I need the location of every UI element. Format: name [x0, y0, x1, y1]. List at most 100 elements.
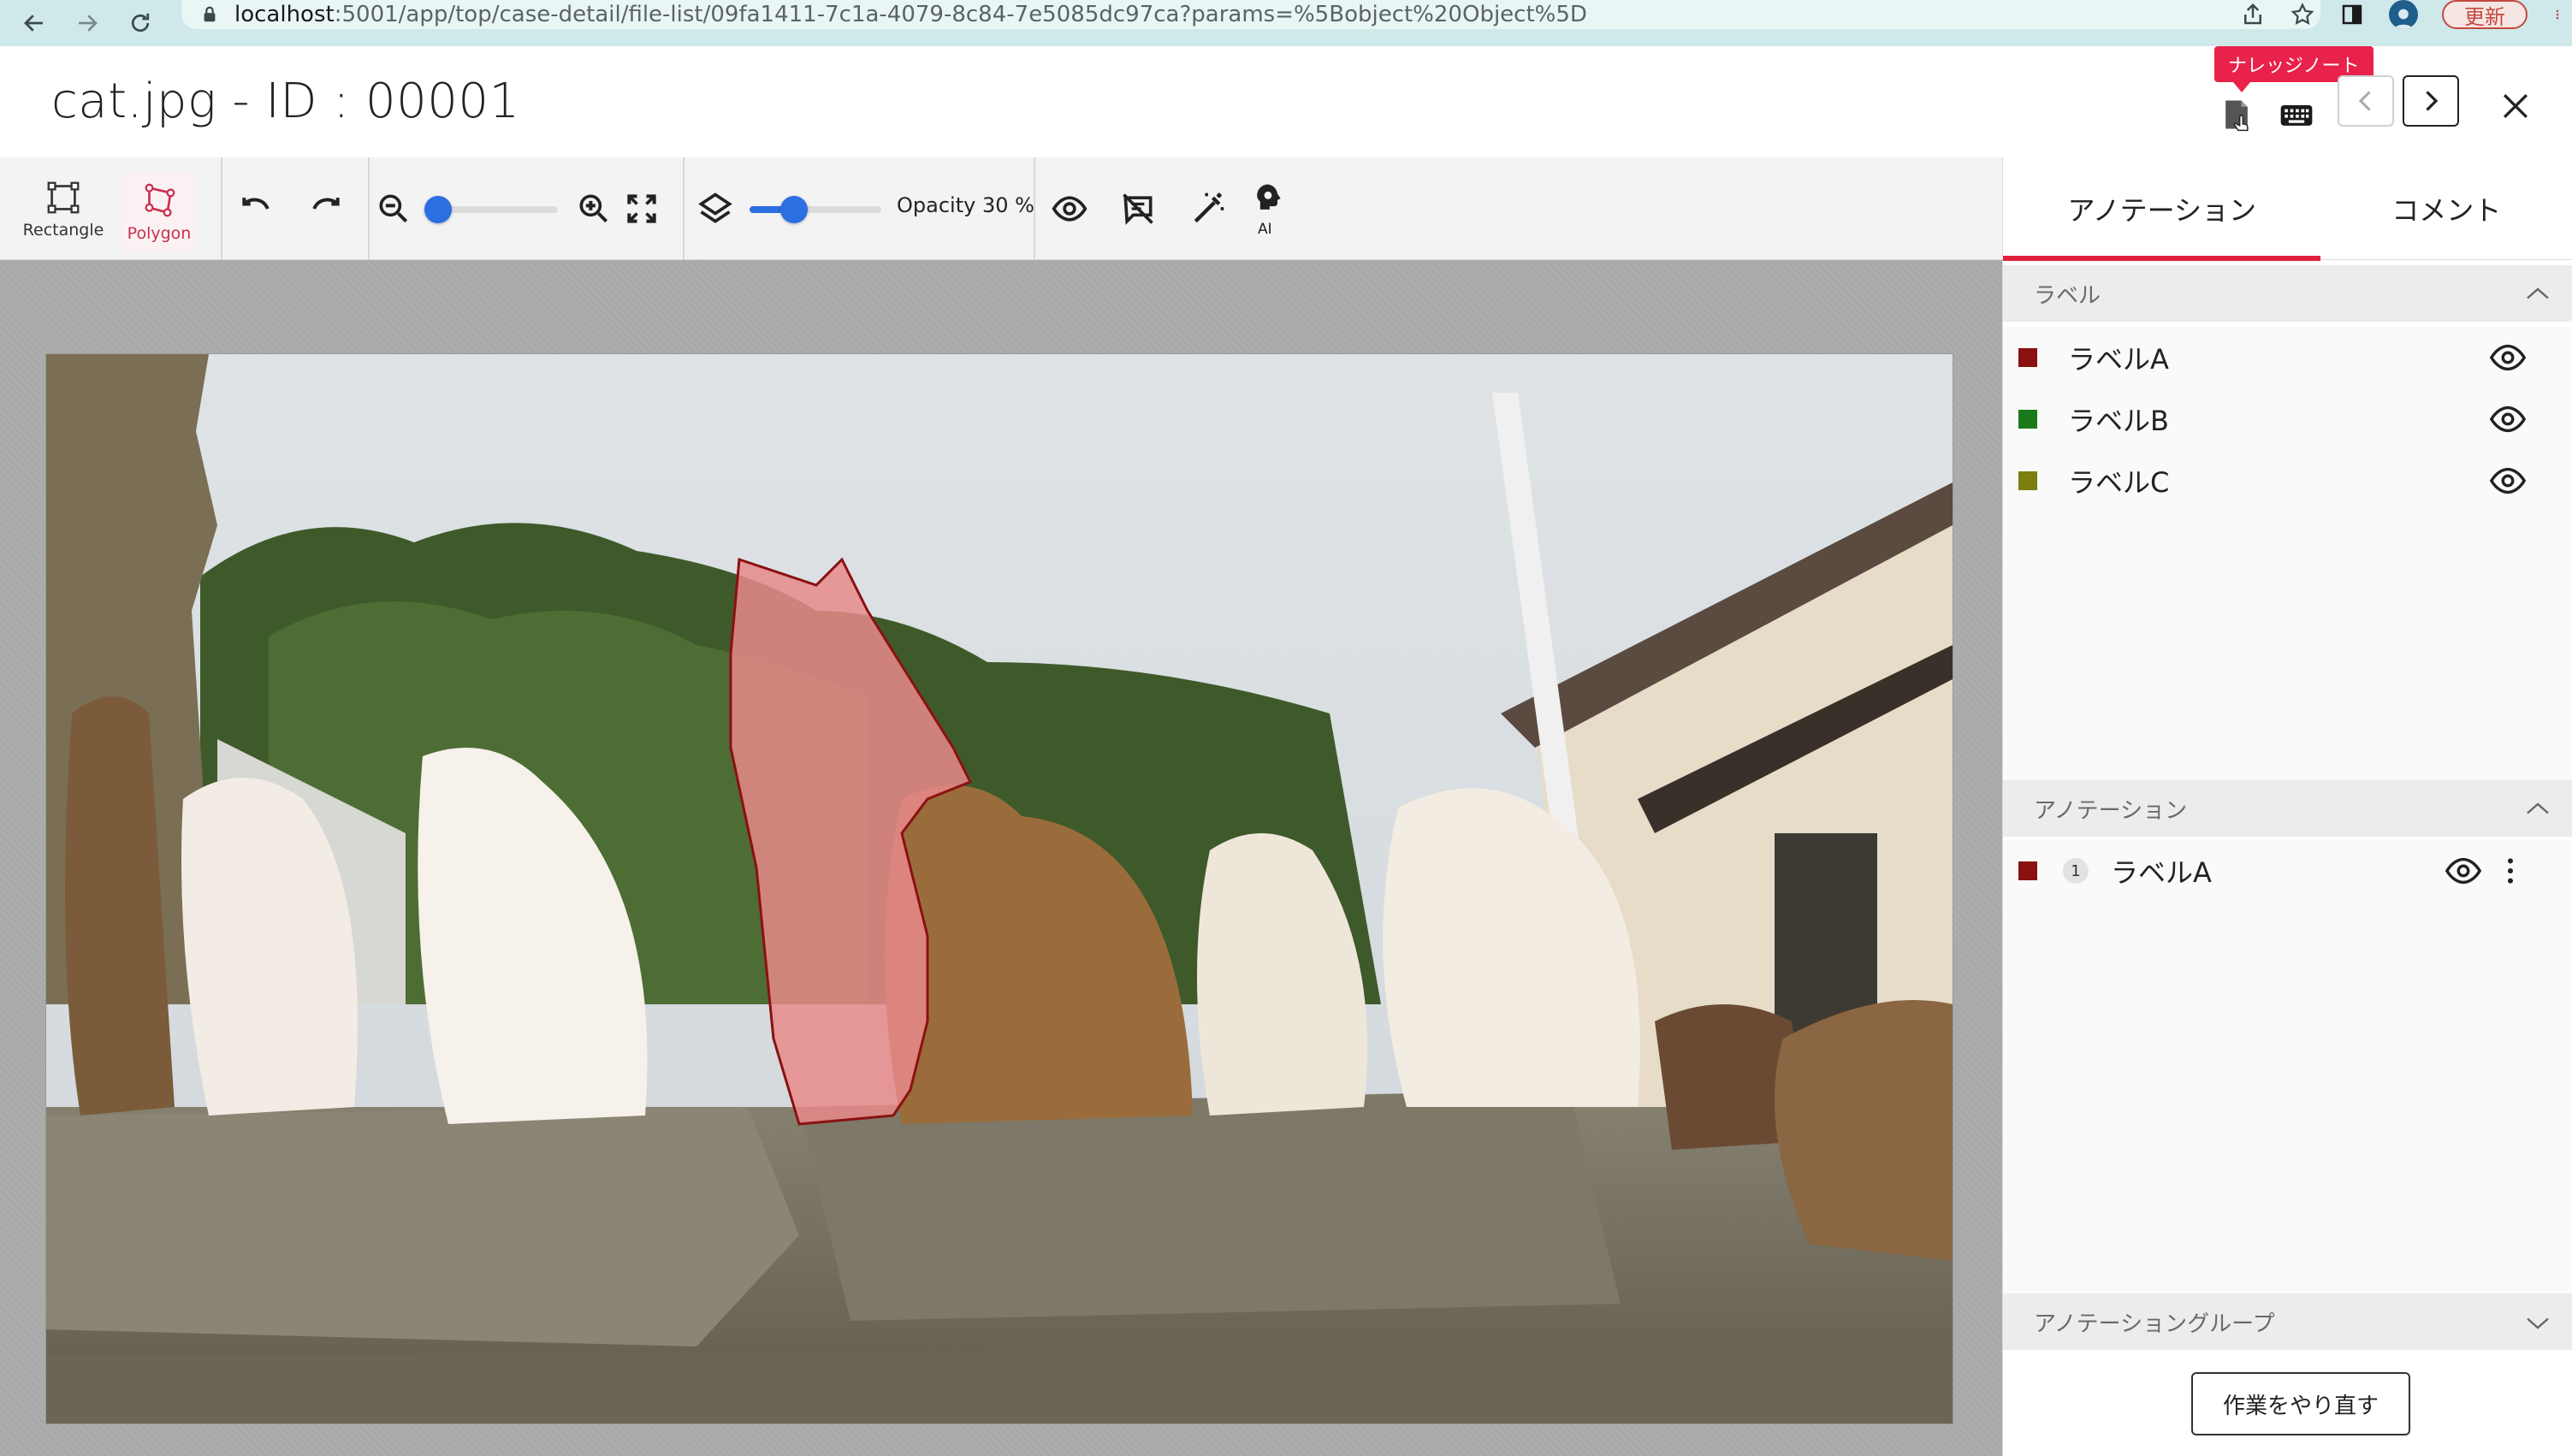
label-item[interactable]: ラベルB [2003, 388, 2572, 450]
polygon-tool[interactable]: Polygon [123, 171, 195, 253]
undo-icon [242, 198, 270, 210]
zoom-out-icon [379, 194, 408, 223]
chevron-down-icon[interactable] [2522, 1307, 2553, 1338]
zoom-in-button[interactable] [570, 185, 618, 233]
star-icon[interactable] [2290, 2, 2315, 27]
previous-file-button[interactable] [2338, 75, 2394, 127]
annotation-index-badge: 1 [2063, 858, 2089, 884]
annotations-list: 1 ラベルA [2003, 840, 2572, 1293]
chevron-up-icon[interactable] [2522, 794, 2553, 825]
hide-labels-button[interactable] [1114, 185, 1162, 233]
eye-icon[interactable] [2488, 338, 2528, 377]
opacity-slider[interactable] [750, 196, 881, 223]
label-color-swatch [2018, 348, 2037, 367]
next-file-button[interactable] [2403, 75, 2459, 127]
toggle-visibility-button[interactable] [1046, 185, 1093, 233]
label-name: ラベルC [2068, 466, 2170, 499]
labels-list: ラベルA ラベルB ラベルC [2003, 327, 2572, 780]
annotation-toolbar: Rectangle Polygon Opacity 30 % AI [0, 157, 2002, 260]
redo-button[interactable] [301, 185, 349, 233]
browser-chrome: localhost:5001/app/top/case-detail/file-… [0, 0, 2572, 46]
close-button[interactable] [2490, 80, 2541, 132]
rectangle-tool-label: Rectangle [22, 221, 104, 240]
annotation-item[interactable]: 1 ラベルA [2003, 840, 2572, 902]
toolbar-divider [683, 157, 684, 260]
chevron-left-icon [2358, 91, 2371, 111]
polygon-tool-label: Polygon [127, 224, 192, 243]
zoom-in-icon [579, 194, 608, 223]
redo-icon [312, 198, 340, 210]
address-bar[interactable]: localhost:5001/app/top/case-detail/file-… [181, 0, 2320, 29]
ai-assist-button[interactable] [1244, 175, 1292, 222]
avatar[interactable] [2389, 0, 2418, 29]
toolbar-divider [1034, 157, 1035, 260]
close-icon [2503, 93, 2528, 119]
eye-icon[interactable] [2488, 400, 2528, 439]
cat-photo [46, 354, 1953, 1423]
label-item[interactable]: ラベルA [2003, 327, 2572, 388]
forward-icon[interactable] [68, 4, 106, 42]
labels-section-title: ラベル [2034, 282, 2101, 309]
polygon-icon [145, 183, 175, 217]
opacity-value: Opacity 30 % [897, 193, 1034, 217]
redo-work-button[interactable]: 作業をやり直す [2191, 1372, 2410, 1435]
eye-icon [1052, 196, 1087, 222]
tab-comment[interactable]: コメント [2320, 157, 2572, 260]
label-color-swatch [2018, 410, 2037, 429]
eye-icon[interactable] [2488, 461, 2528, 500]
zoom-slider[interactable] [424, 196, 558, 223]
keyboard-shortcut-button[interactable] [2271, 89, 2322, 140]
annotation-canvas[interactable] [0, 260, 2002, 1456]
more-vertical-icon[interactable] [2493, 854, 2528, 888]
layers-button[interactable] [691, 185, 739, 233]
magic-wand-button[interactable] [1184, 185, 1232, 233]
share-icon[interactable] [2240, 2, 2266, 27]
tab-annotation[interactable]: アノテーション [2003, 157, 2321, 261]
url-path: :5001/app/top/case-detail/file-list/09fa… [334, 2, 1587, 27]
zoom-out-button[interactable] [370, 185, 418, 233]
lock-icon [204, 6, 216, 22]
annotation-groups-section-header[interactable]: アノテーショングループ [2003, 1293, 2572, 1350]
url-host: localhost [234, 2, 335, 27]
panel-tabs: アノテーション コメント [2003, 157, 2572, 261]
app-header: cat.jpg - ID : 00001 ナレッジノート [0, 46, 2572, 157]
sidebar-icon[interactable] [2339, 2, 2365, 27]
rectangle-tool[interactable]: Rectangle [12, 166, 115, 252]
more-vertical-icon[interactable] [2551, 2, 2563, 27]
ai-label: AI [1258, 221, 1272, 238]
annotations-section-title: アノテーション [2034, 797, 2188, 824]
reload-icon[interactable] [121, 4, 159, 42]
label-name: ラベルA [2068, 343, 2169, 376]
labels-section-header[interactable]: ラベル [2003, 265, 2572, 322]
annotation-groups-section-title: アノテーショングループ [2034, 1311, 2275, 1337]
label-item[interactable]: ラベルC [2003, 450, 2572, 512]
rectangle-icon [47, 181, 80, 214]
page-title: cat.jpg - ID : 00001 [51, 74, 520, 129]
browser-actions: 更新 [2240, 0, 2572, 29]
annotation-label: ラベルA [2111, 856, 2212, 889]
label-color-swatch [2018, 471, 2037, 490]
toolbar-divider [221, 157, 222, 260]
opacity-slider-knob[interactable] [780, 196, 808, 223]
note-icon [2225, 100, 2249, 132]
side-panel: アノテーション コメント ラベル ラベルA ラベルB ラベルC アノテーション [2002, 157, 2572, 1456]
fullscreen-icon [627, 194, 656, 223]
chevron-right-icon [2426, 91, 2439, 111]
magic-wand-icon [1194, 192, 1224, 223]
update-button[interactable]: 更新 [2442, 0, 2528, 29]
fit-screen-button[interactable] [618, 185, 666, 233]
zoom-slider-knob[interactable] [424, 196, 452, 223]
keyboard-icon [2280, 105, 2313, 126]
image-viewer[interactable] [46, 354, 1953, 1423]
undo-button[interactable] [233, 185, 281, 233]
annotations-section-header[interactable]: アノテーション [2003, 780, 2572, 837]
ai-brain-icon [1257, 184, 1281, 210]
back-icon[interactable] [15, 4, 53, 42]
chevron-up-icon[interactable] [2522, 279, 2553, 310]
knowledge-note-button[interactable] [2211, 89, 2262, 140]
annotation-color-swatch [2018, 861, 2037, 880]
eye-icon[interactable] [2444, 851, 2483, 891]
label-off-icon [1123, 193, 1153, 225]
label-name: ラベルB [2068, 405, 2169, 437]
layers-icon [698, 192, 732, 223]
